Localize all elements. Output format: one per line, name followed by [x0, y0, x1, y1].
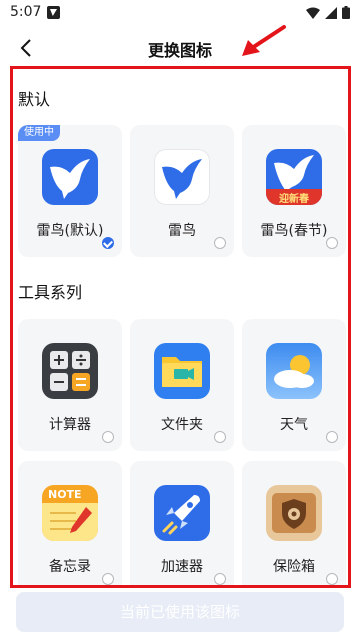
folder-icon — [154, 343, 210, 399]
status-bar: 5:07 — [0, 0, 360, 26]
annotation-highlight-frame: 默认 使用中 雷鸟(默认) 雷鸟 迎新春 雷鸟(春节) 工具系列 计算器 文件夹… — [10, 66, 351, 588]
rocket-icon — [154, 485, 210, 541]
icon-option-safe[interactable]: 保险箱 — [242, 461, 346, 585]
icon-option-calculator[interactable]: 计算器 — [18, 319, 122, 451]
radio-button[interactable] — [214, 237, 226, 249]
notepad-icon-text: NOTE — [48, 488, 82, 501]
status-icons — [306, 6, 350, 19]
radio-button[interactable] — [214, 431, 226, 443]
icon-option-bird-spring[interactable]: 迎新春 雷鸟(春节) — [242, 125, 346, 257]
radio-button[interactable] — [326, 237, 338, 249]
battery-icon — [342, 6, 350, 19]
bird-blue-icon — [42, 149, 98, 205]
annotation-arrow-icon — [242, 25, 286, 56]
notification-app-icon — [47, 6, 60, 19]
icon-option-notepad[interactable]: NOTE 备忘录 — [18, 461, 122, 585]
status-time: 5:07 — [10, 4, 42, 20]
in-use-badge: 使用中 — [18, 125, 60, 141]
icon-option-bird-default[interactable]: 使用中 雷鸟(默认) — [18, 125, 122, 257]
header: 更换图标 — [0, 28, 360, 68]
icon-option-bird[interactable]: 雷鸟 — [130, 125, 234, 257]
page-title: 更换图标 — [147, 41, 212, 60]
icon-option-folder[interactable]: 文件夹 — [130, 319, 234, 451]
radio-button[interactable] — [326, 431, 338, 443]
section-title-tools: 工具系列 — [18, 283, 83, 302]
bird-white-icon — [154, 149, 210, 205]
radio-button[interactable] — [102, 573, 114, 585]
spring-icon-text: 迎新春 — [279, 194, 309, 205]
selected-check-icon[interactable] — [102, 237, 114, 249]
bird-spring-icon: 迎新春 — [266, 149, 322, 205]
safe-icon — [266, 485, 322, 541]
radio-button[interactable] — [326, 573, 338, 585]
wifi-icon — [306, 7, 320, 19]
calculator-icon — [42, 343, 98, 399]
use-icon-button[interactable]: 当前已使用该图标 — [16, 592, 344, 632]
notepad-icon: NOTE — [42, 485, 98, 541]
signal-icon — [325, 6, 337, 19]
icon-option-weather[interactable]: 天气 — [242, 319, 346, 451]
section-title-default: 默认 — [18, 90, 51, 109]
radio-button[interactable] — [214, 573, 226, 585]
radio-button[interactable] — [102, 431, 114, 443]
icon-option-accelerator[interactable]: 加速器 — [130, 461, 234, 585]
weather-icon — [266, 343, 322, 399]
